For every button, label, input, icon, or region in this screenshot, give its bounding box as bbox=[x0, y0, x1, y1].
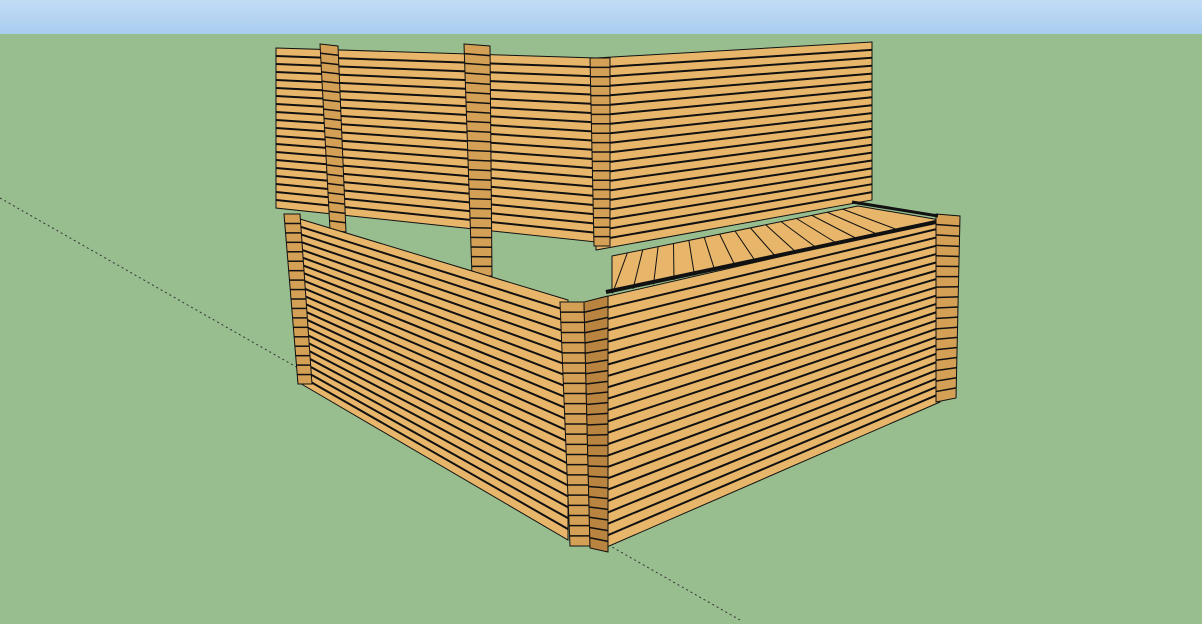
post-seam bbox=[468, 178, 492, 181]
post-seam bbox=[469, 217, 492, 220]
sky-background bbox=[0, 0, 1202, 34]
modeling-viewport[interactable] bbox=[0, 0, 1202, 624]
post-seam bbox=[587, 433, 609, 436]
post-seam bbox=[935, 255, 960, 258]
post-seam bbox=[587, 465, 609, 468]
post-seam bbox=[468, 188, 492, 191]
3d-scene[interactable] bbox=[0, 0, 1202, 624]
post-seam bbox=[935, 306, 959, 309]
post-seam bbox=[467, 159, 492, 162]
post-seam bbox=[469, 207, 492, 210]
post-seam bbox=[469, 197, 492, 201]
post-seam bbox=[586, 423, 609, 426]
post-seam bbox=[935, 244, 960, 248]
deck-board-seam bbox=[673, 243, 675, 281]
post-seam bbox=[468, 168, 492, 172]
post-seam bbox=[935, 296, 959, 299]
